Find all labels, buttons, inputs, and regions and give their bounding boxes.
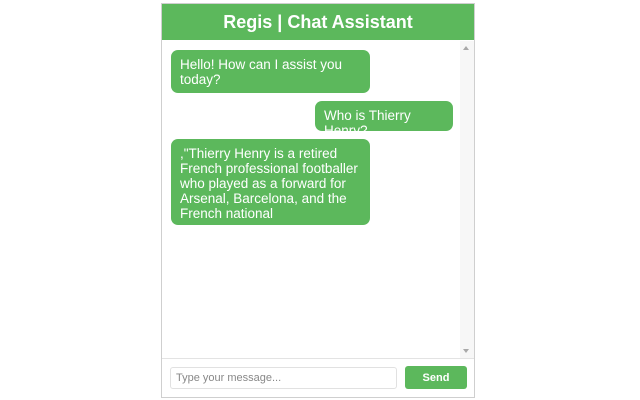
assistant-message: ,"Thierry Henry is a retired French prof… [171,139,370,225]
chat-header: Regis | Chat Assistant [162,4,474,40]
scroll-down-icon[interactable] [463,349,469,353]
user-message: Who is Thierry Henry? [315,101,453,138]
message-scrollbar[interactable] [460,41,474,358]
send-button[interactable]: Send [405,366,467,389]
message-input[interactable] [170,367,397,389]
chat-title: Regis | Chat Assistant [223,12,413,32]
message-list[interactable]: Hello! How can I assist you today? Who i… [162,41,474,359]
scroll-up-icon[interactable] [463,46,469,50]
composer-bar: Send [162,359,474,397]
chat-widget: Regis | Chat Assistant Hello! How can I … [161,3,475,398]
assistant-message: Hello! How can I assist you today? [171,50,370,93]
